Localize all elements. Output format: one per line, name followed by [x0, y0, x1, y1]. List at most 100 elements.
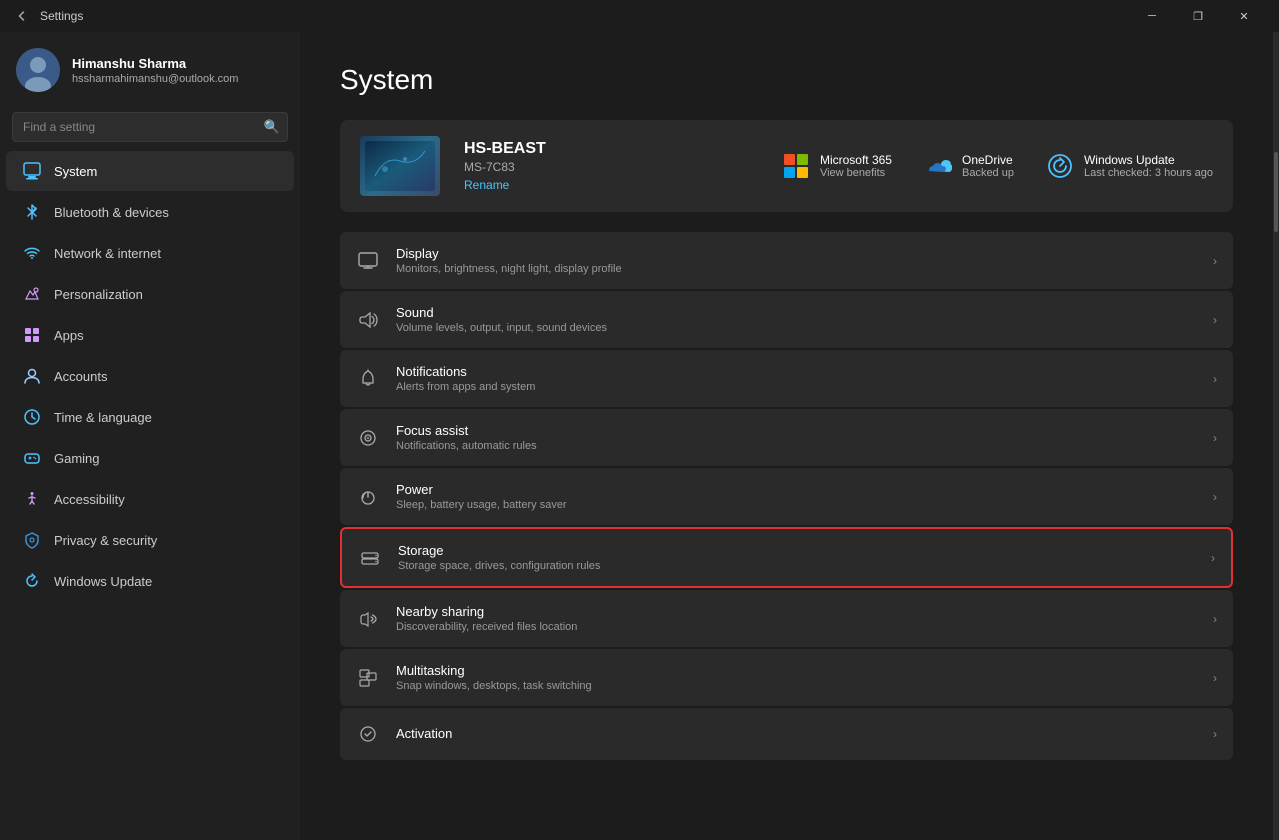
nearby-text: Nearby sharing Discoverability, received… — [396, 604, 1197, 633]
sidebar-item-update[interactable]: Windows Update — [6, 561, 294, 601]
display-sub: Monitors, brightness, night light, displ… — [396, 263, 1197, 275]
sidebar-item-time-label: Time & language — [54, 410, 152, 425]
storage-text: Storage Storage space, drives, configura… — [398, 543, 1195, 572]
search-input[interactable] — [12, 112, 288, 142]
system-quick-links: Microsoft 365 View benefits OneDrive — [782, 152, 1213, 180]
sidebar-item-bluetooth[interactable]: Bluetooth & devices — [6, 192, 294, 232]
activation-chevron: › — [1213, 727, 1217, 741]
sidebar-item-gaming-label: Gaming — [54, 451, 100, 466]
sidebar-item-apps-label: Apps — [54, 328, 84, 343]
sidebar-item-gaming[interactable]: Gaming — [6, 438, 294, 478]
power-icon — [356, 485, 380, 509]
ms365-info: Microsoft 365 View benefits — [820, 153, 892, 179]
time-icon — [22, 407, 42, 427]
back-button[interactable] — [12, 6, 32, 26]
notifications-title: Notifications — [396, 364, 1197, 379]
onedrive-icon — [924, 152, 952, 180]
update-icon — [22, 571, 42, 591]
window-controls: ─ ❐ ✕ — [1129, 0, 1267, 32]
sidebar-item-system[interactable]: System — [6, 151, 294, 191]
minimize-button[interactable]: ─ — [1129, 0, 1175, 32]
settings-row-multitasking[interactable]: Multitasking Snap windows, desktops, tas… — [340, 649, 1233, 706]
multitasking-chevron: › — [1213, 671, 1217, 685]
content-area: System — [300, 32, 1273, 840]
power-title: Power — [396, 482, 1197, 497]
display-icon — [356, 249, 380, 273]
multitasking-icon — [356, 666, 380, 690]
sidebar-item-system-label: System — [54, 164, 97, 179]
focus-title: Focus assist — [396, 423, 1197, 438]
gaming-icon — [22, 448, 42, 468]
sound-text: Sound Volume levels, output, input, soun… — [396, 305, 1197, 334]
settings-row-display[interactable]: Display Monitors, brightness, night ligh… — [340, 232, 1233, 289]
personalization-icon — [22, 284, 42, 304]
notifications-chevron: › — [1213, 372, 1217, 386]
multitasking-sub: Snap windows, desktops, task switching — [396, 680, 1197, 692]
settings-row-sound[interactable]: Sound Volume levels, output, input, soun… — [340, 291, 1233, 348]
power-text: Power Sleep, battery usage, battery save… — [396, 482, 1197, 511]
sidebar-item-accessibility[interactable]: Accessibility — [6, 479, 294, 519]
sound-icon — [356, 308, 380, 332]
close-button[interactable]: ✕ — [1221, 0, 1267, 32]
settings-row-power[interactable]: Power Sleep, battery usage, battery save… — [340, 468, 1233, 525]
sidebar-item-time[interactable]: Time & language — [6, 397, 294, 437]
ms365-name: Microsoft 365 — [820, 153, 892, 167]
scrollbar-thumb[interactable] — [1274, 152, 1278, 232]
wupdate-link[interactable]: Windows Update Last checked: 3 hours ago — [1046, 152, 1213, 180]
avatar — [16, 48, 60, 92]
restore-button[interactable]: ❐ — [1175, 0, 1221, 32]
ms365-icon — [782, 152, 810, 180]
notifications-text: Notifications Alerts from apps and syste… — [396, 364, 1197, 393]
ms365-sub: View benefits — [820, 167, 892, 179]
settings-row-nearby[interactable]: Nearby sharing Discoverability, received… — [340, 590, 1233, 647]
user-name: Himanshu Sharma — [72, 56, 238, 71]
storage-title: Storage — [398, 543, 1195, 558]
wupdate-sub: Last checked: 3 hours ago — [1084, 167, 1213, 179]
user-email: hssharmahimanshu@outlook.com — [72, 73, 238, 85]
sidebar-item-privacy-label: Privacy & security — [54, 533, 157, 548]
wupdate-info: Windows Update Last checked: 3 hours ago — [1084, 153, 1213, 179]
notifications-sub: Alerts from apps and system — [396, 381, 1197, 393]
search-icon: 🔍 — [264, 119, 280, 135]
settings-row-activation[interactable]: Activation › — [340, 708, 1233, 760]
device-model: MS-7C83 — [464, 160, 758, 174]
system-card: HS-BEAST MS-7C83 Rename — [340, 120, 1233, 212]
scrollbar-track[interactable] — [1273, 32, 1279, 840]
settings-row-focus[interactable]: Focus assist Notifications, automatic ru… — [340, 409, 1233, 466]
sidebar-profile: Himanshu Sharma hssharmahimanshu@outlook… — [0, 32, 300, 108]
system-icon — [22, 161, 42, 181]
sound-sub: Volume levels, output, input, sound devi… — [396, 322, 1197, 334]
sound-title: Sound — [396, 305, 1197, 320]
rename-link[interactable]: Rename — [464, 178, 758, 192]
device-info: HS-BEAST MS-7C83 Rename — [464, 140, 758, 192]
onedrive-link[interactable]: OneDrive Backed up — [924, 152, 1014, 180]
display-title: Display — [396, 246, 1197, 261]
sidebar-item-accessibility-label: Accessibility — [54, 492, 125, 507]
sidebar-item-bluetooth-label: Bluetooth & devices — [54, 205, 169, 220]
sidebar-item-accounts[interactable]: Accounts — [6, 356, 294, 396]
network-icon — [22, 243, 42, 263]
settings-row-notifications[interactable]: Notifications Alerts from apps and syste… — [340, 350, 1233, 407]
activation-text: Activation — [396, 726, 1197, 743]
nav-list: System Bluetooth & devices — [0, 150, 300, 602]
activation-title: Activation — [396, 726, 1197, 741]
sidebar-item-privacy[interactable]: Privacy & security — [6, 520, 294, 560]
sidebar-item-personalization[interactable]: Personalization — [6, 274, 294, 314]
sidebar-item-apps[interactable]: Apps — [6, 315, 294, 355]
sound-chevron: › — [1213, 313, 1217, 327]
settings-row-storage[interactable]: Storage Storage space, drives, configura… — [340, 527, 1233, 588]
focus-chevron: › — [1213, 431, 1217, 445]
nearby-title: Nearby sharing — [396, 604, 1197, 619]
storage-icon — [358, 546, 382, 570]
notifications-icon — [356, 367, 380, 391]
ms365-link[interactable]: Microsoft 365 View benefits — [782, 152, 892, 180]
power-sub: Sleep, battery usage, battery saver — [396, 499, 1197, 511]
wupdate-name: Windows Update — [1084, 153, 1213, 167]
power-chevron: › — [1213, 490, 1217, 504]
sidebar-item-network[interactable]: Network & internet — [6, 233, 294, 273]
sidebar-item-personalization-label: Personalization — [54, 287, 143, 302]
titlebar: Settings ─ ❐ ✕ — [0, 0, 1279, 32]
focus-icon — [356, 426, 380, 450]
onedrive-sub: Backed up — [962, 167, 1014, 179]
onedrive-name: OneDrive — [962, 153, 1014, 167]
